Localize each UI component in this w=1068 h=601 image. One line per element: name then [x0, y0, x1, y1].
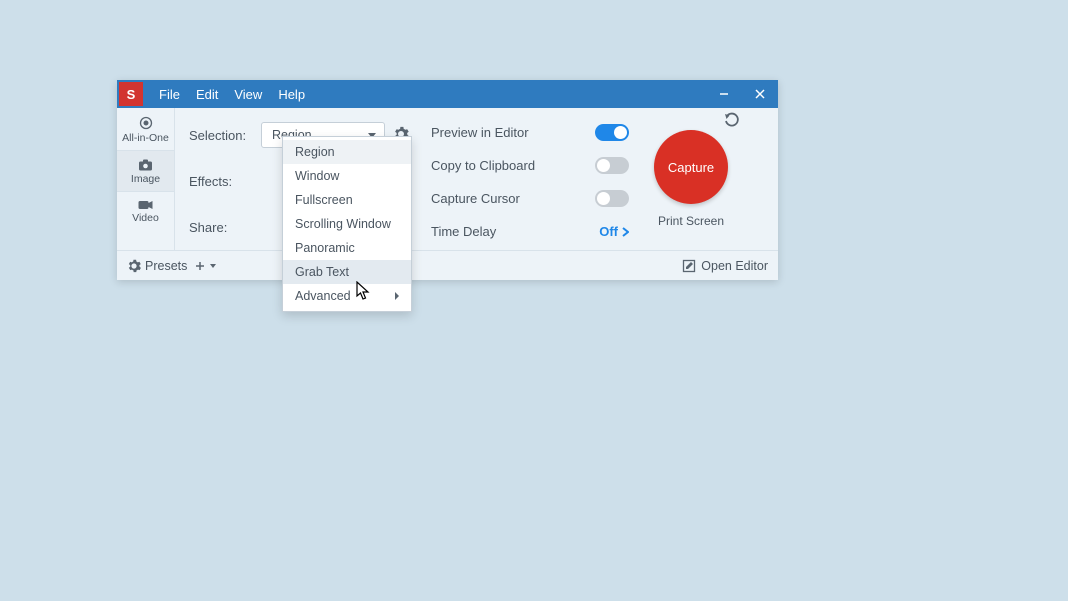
capture-column: Capture Print Screen [635, 108, 747, 250]
time-delay-value[interactable]: Off [599, 224, 629, 239]
tab-video[interactable]: Video [117, 192, 174, 230]
copy-to-clipboard-label: Copy to Clipboard [431, 158, 535, 173]
preview-in-editor-label: Preview in Editor [431, 125, 529, 140]
menu-item-scrolling-window[interactable]: Scrolling Window [283, 212, 411, 236]
share-label: Share: [189, 220, 261, 235]
app-window: S File Edit View Help All-in-One [117, 80, 778, 280]
menu-file[interactable]: File [151, 87, 188, 102]
plus-icon [195, 261, 205, 271]
menu-item-advanced[interactable]: Advanced [283, 284, 411, 308]
selection-dropdown-menu: Region Window Fullscreen Scrolling Windo… [282, 136, 412, 312]
main-panel: All-in-One Image Video Selection: Region [117, 108, 778, 250]
capture-button[interactable]: Capture [654, 130, 728, 204]
close-button[interactable] [742, 80, 778, 108]
menu-item-panoramic[interactable]: Panoramic [283, 236, 411, 260]
copy-to-clipboard-toggle[interactable] [595, 157, 629, 174]
chevron-right-icon [622, 227, 629, 237]
presets-settings-button[interactable] [127, 259, 141, 273]
menu-item-grab-text[interactable]: Grab Text [283, 260, 411, 284]
menu-item-window[interactable]: Window [283, 164, 411, 188]
footer-bar: Presets Open Editor [117, 250, 778, 280]
capture-cursor-label: Capture Cursor [431, 191, 520, 206]
capture-cursor-toggle[interactable] [595, 190, 629, 207]
menu-edit[interactable]: Edit [188, 87, 226, 102]
edit-icon [682, 259, 696, 273]
menu-view[interactable]: View [226, 87, 270, 102]
selection-label: Selection: [189, 128, 261, 143]
tab-image[interactable]: Image [117, 151, 174, 192]
video-icon [138, 200, 153, 210]
camera-icon [138, 159, 153, 171]
menu-item-fullscreen[interactable]: Fullscreen [283, 188, 411, 212]
preview-in-editor-toggle[interactable] [595, 124, 629, 141]
minimize-button[interactable] [706, 80, 742, 108]
open-editor-button[interactable]: Open Editor [682, 259, 768, 273]
title-bar: S File Edit View Help [117, 80, 778, 108]
undo-icon[interactable] [723, 112, 741, 130]
menu-item-region[interactable]: Region [283, 140, 411, 164]
capture-hotkey-label: Print Screen [658, 214, 724, 228]
tab-all-in-one[interactable]: All-in-One [117, 108, 174, 151]
add-preset-button[interactable] [195, 261, 216, 271]
chevron-down-icon [210, 264, 216, 268]
time-delay-label: Time Delay [431, 224, 496, 239]
capture-type-tabs: All-in-One Image Video [117, 108, 175, 250]
app-icon: S [119, 82, 143, 106]
menu-help[interactable]: Help [270, 87, 313, 102]
presets-label[interactable]: Presets [145, 259, 187, 273]
gear-icon [127, 259, 141, 273]
options-column: Preview in Editor Copy to Clipboard Capt… [419, 108, 635, 250]
effects-label: Effects: [189, 174, 261, 189]
menu-bar: File Edit View Help [151, 87, 313, 102]
target-icon [139, 116, 153, 130]
submenu-arrow-icon [395, 292, 399, 300]
